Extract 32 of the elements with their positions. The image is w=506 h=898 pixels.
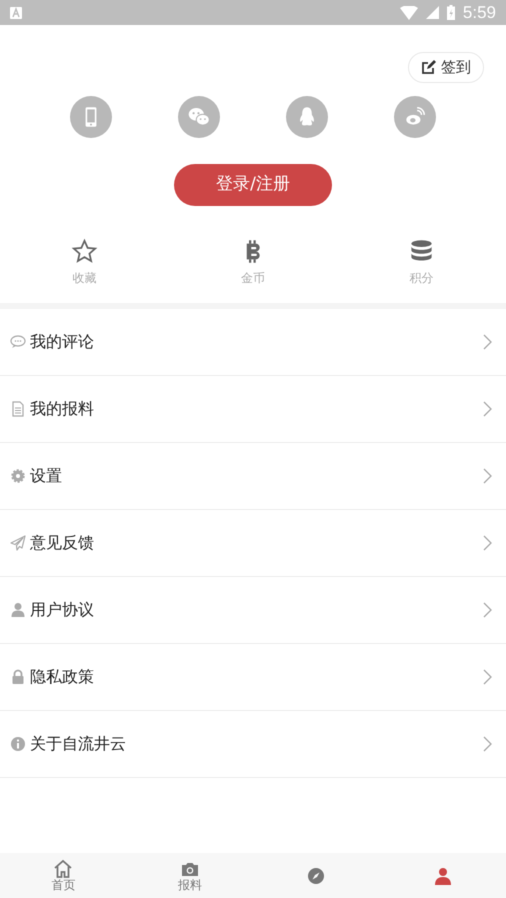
lock-icon (10, 668, 26, 684)
chevron-right-icon (483, 602, 492, 618)
clock-time: 5:59 (462, 2, 496, 24)
person-icon (432, 866, 453, 886)
nav-tab[interactable]: 报料 (170, 856, 210, 894)
notification-icon (10, 6, 22, 18)
nav-tab[interactable]: 首页 (43, 856, 84, 894)
home-icon (53, 858, 74, 879)
checkin-button[interactable]: 签到 (408, 52, 484, 82)
battery-icon (446, 5, 455, 20)
social-login-button[interactable] (178, 96, 220, 138)
chevron-right-icon (483, 400, 492, 416)
chevron-right-icon (483, 668, 492, 684)
user-icon (10, 602, 26, 618)
chevron-right-icon (483, 468, 492, 484)
comment-icon (10, 334, 26, 350)
wifi-icon (400, 6, 418, 20)
info-icon (10, 736, 26, 752)
edit-icon (421, 59, 437, 76)
chevron-right-icon (483, 736, 492, 752)
signal-icon (426, 6, 439, 19)
compass-icon (306, 866, 326, 886)
chevron-right-icon (483, 334, 492, 350)
star-icon (70, 238, 98, 264)
social-login-button[interactable] (394, 96, 436, 138)
login-button[interactable]: 登录/注册 (174, 164, 332, 206)
document-icon (10, 400, 26, 416)
chevron-right-icon (483, 534, 492, 550)
social-login-button[interactable] (70, 96, 112, 138)
settings-icon (10, 468, 26, 484)
paper-plane-icon (10, 534, 26, 550)
social-login-button[interactable] (286, 96, 328, 138)
